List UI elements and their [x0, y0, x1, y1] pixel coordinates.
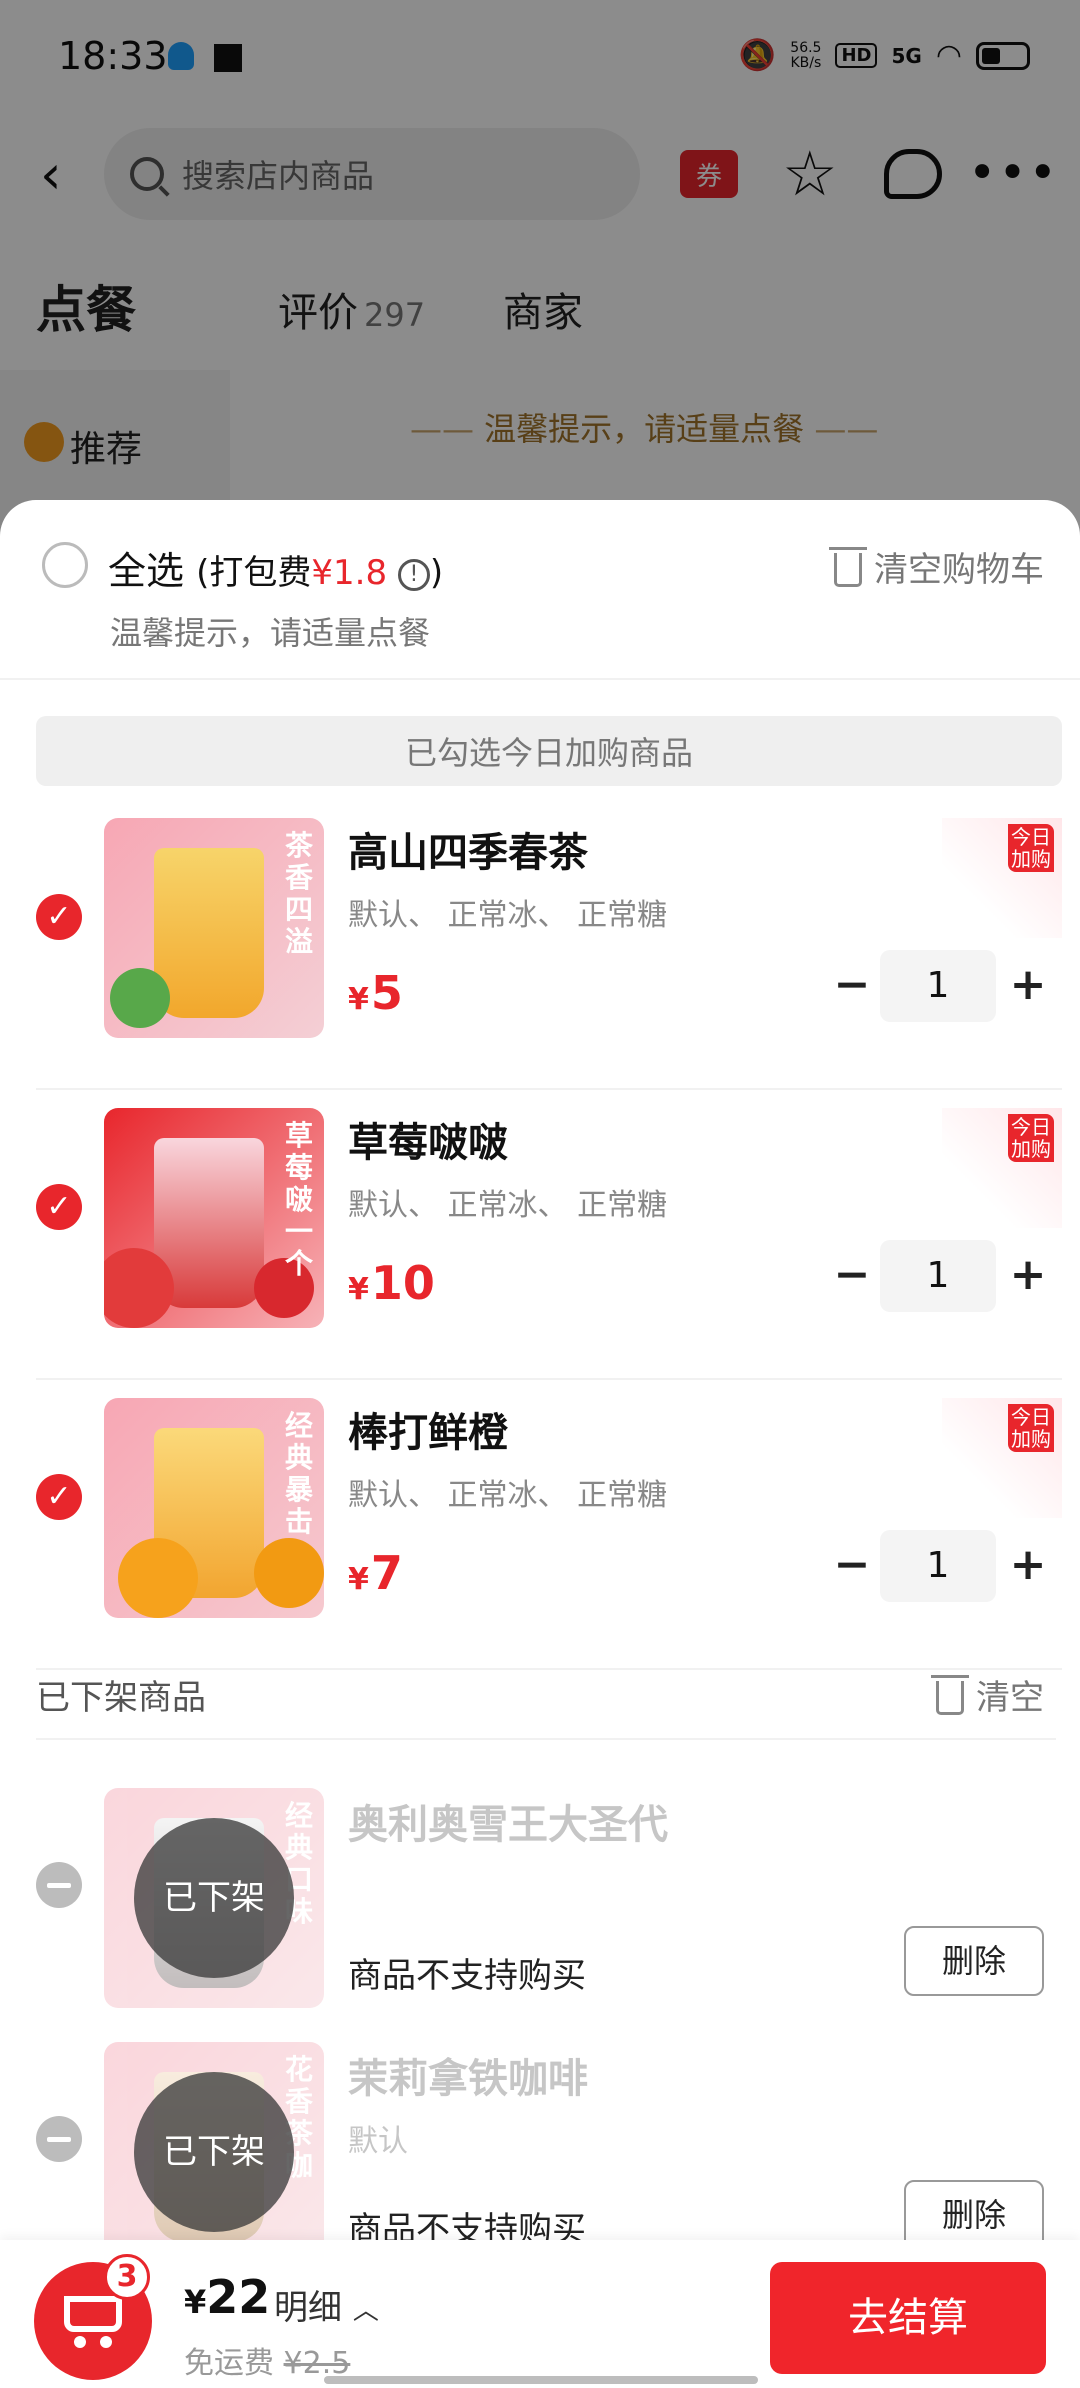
item-checkbox[interactable]: ✓: [36, 894, 82, 940]
cart-sheet: 全选 (打包费¥1.8 !) 温馨提示，请适量点餐 清空购物车 已勾选今日加购商…: [0, 500, 1080, 2388]
trash-icon: [829, 546, 867, 587]
decrease-button[interactable]: −: [830, 950, 874, 1022]
total-price: ¥22: [184, 2270, 271, 2324]
today-addon-tag: 今日加购: [942, 818, 1062, 938]
cart-count-badge: 3: [104, 2254, 150, 2300]
cart-tip: 温馨提示，请适量点餐: [110, 614, 431, 652]
pack-fee: ¥1.8: [311, 553, 388, 593]
quantity-stepper: − 1 +: [820, 1240, 1056, 1312]
item-name: 茉莉拿铁咖啡: [348, 2056, 588, 2102]
item-spec: 默认、 正常冰、 正常糖: [348, 1478, 668, 1513]
today-addon-tag: 今日加购: [942, 1398, 1062, 1518]
chevron-up-icon: ︿: [352, 2296, 379, 2326]
item-spec: 默认: [348, 2124, 408, 2159]
cart-header: 全选 (打包费¥1.8 !) 温馨提示，请适量点餐 清空购物车: [0, 500, 1080, 680]
offline-item: 经典口味 已下架 奥利奥雪王大圣代 商品不支持购买 删除: [0, 1770, 1080, 2020]
decrease-button[interactable]: −: [830, 1240, 874, 1312]
quantity-stepper: − 1 +: [820, 1530, 1056, 1602]
offline-overlay: 已下架: [134, 1818, 294, 1978]
clear-cart-button[interactable]: 清空购物车: [829, 542, 1044, 591]
offline-section-header: 已下架商品 清空: [0, 1640, 1080, 1740]
product-image-text: 草莓啵一个: [284, 1119, 313, 1280]
divider: [36, 1738, 1056, 1740]
cart-icon: [64, 2296, 122, 2348]
item-checkbox[interactable]: ✓: [36, 1474, 82, 1520]
cart-item: ✓ 草莓啵一个 草莓啵啵 默认、 正常冰、 正常糖 ¥10 今日加购 − 1 +: [0, 1090, 1080, 1380]
item-spec: 默认、 正常冰、 正常糖: [348, 1188, 668, 1223]
quantity-value[interactable]: 1: [880, 1530, 996, 1602]
item-name: 棒打鲜橙: [348, 1410, 508, 1456]
quantity-value[interactable]: 1: [880, 950, 996, 1022]
product-image-text: 茶香四溢: [284, 829, 313, 958]
item-name: 草莓啵啵: [348, 1120, 508, 1166]
offline-title: 已下架商品: [36, 1678, 206, 1718]
home-indicator[interactable]: [324, 2376, 758, 2384]
item-price: ¥7: [348, 1546, 403, 1600]
trash-icon: [931, 1674, 969, 1715]
quantity-stepper: − 1 +: [820, 950, 1056, 1022]
decrease-button[interactable]: −: [830, 1530, 874, 1602]
item-spec: 默认、 正常冰、 正常糖: [348, 898, 668, 933]
product-image: 草莓啵一个: [104, 1108, 324, 1328]
select-all-label[interactable]: 全选 (打包费¥1.8 !): [108, 540, 443, 595]
checkout-button[interactable]: 去结算: [770, 2262, 1046, 2374]
increase-button[interactable]: +: [1006, 950, 1050, 1022]
item-price: ¥5: [348, 966, 403, 1020]
section-label: 已勾选今日加购商品: [36, 716, 1062, 786]
checkout-bar: 3 ¥22 明细 ︿ 免运费 ¥2.5 去结算: [0, 2240, 1080, 2388]
price-detail-link[interactable]: 明细 ︿: [274, 2280, 379, 2329]
info-icon[interactable]: !: [397, 558, 430, 591]
today-addon-tag: 今日加购: [942, 1108, 1062, 1228]
item-price: ¥10: [348, 1256, 435, 1310]
product-image: 经典暴击: [104, 1398, 324, 1618]
select-all-checkbox[interactable]: [42, 542, 88, 588]
offline-item: 花香茶咖 已下架 茉莉拿铁咖啡 默认 商品不支持购买 删除: [0, 2024, 1080, 2274]
item-name: 奥利奥雪王大圣代: [348, 1802, 668, 1848]
item-disabled-checkbox: [36, 1862, 82, 1908]
item-disabled-checkbox: [36, 2116, 82, 2162]
increase-button[interactable]: +: [1006, 1240, 1050, 1312]
delete-button[interactable]: 删除: [904, 1926, 1044, 1996]
offline-reason: 商品不支持购买: [348, 1956, 586, 1996]
cart-item: ✓ 茶香四溢 高山四季春茶 默认、 正常冰、 正常糖 ¥5 今日加购 − 1 +: [0, 800, 1080, 1090]
item-name: 高山四季春茶: [348, 830, 588, 876]
product-image-text: 经典暴击: [284, 1409, 313, 1538]
offline-overlay: 已下架: [134, 2072, 294, 2232]
modal-backdrop[interactable]: [0, 0, 1080, 540]
quantity-value[interactable]: 1: [880, 1240, 996, 1312]
cart-item: ✓ 经典暴击 棒打鲜橙 默认、 正常冰、 正常糖 ¥7 今日加购 − 1 +: [0, 1380, 1080, 1670]
clear-offline-button[interactable]: 清空: [931, 1670, 1044, 1719]
product-image: 茶香四溢: [104, 818, 324, 1038]
item-checkbox[interactable]: ✓: [36, 1184, 82, 1230]
increase-button[interactable]: +: [1006, 1530, 1050, 1602]
